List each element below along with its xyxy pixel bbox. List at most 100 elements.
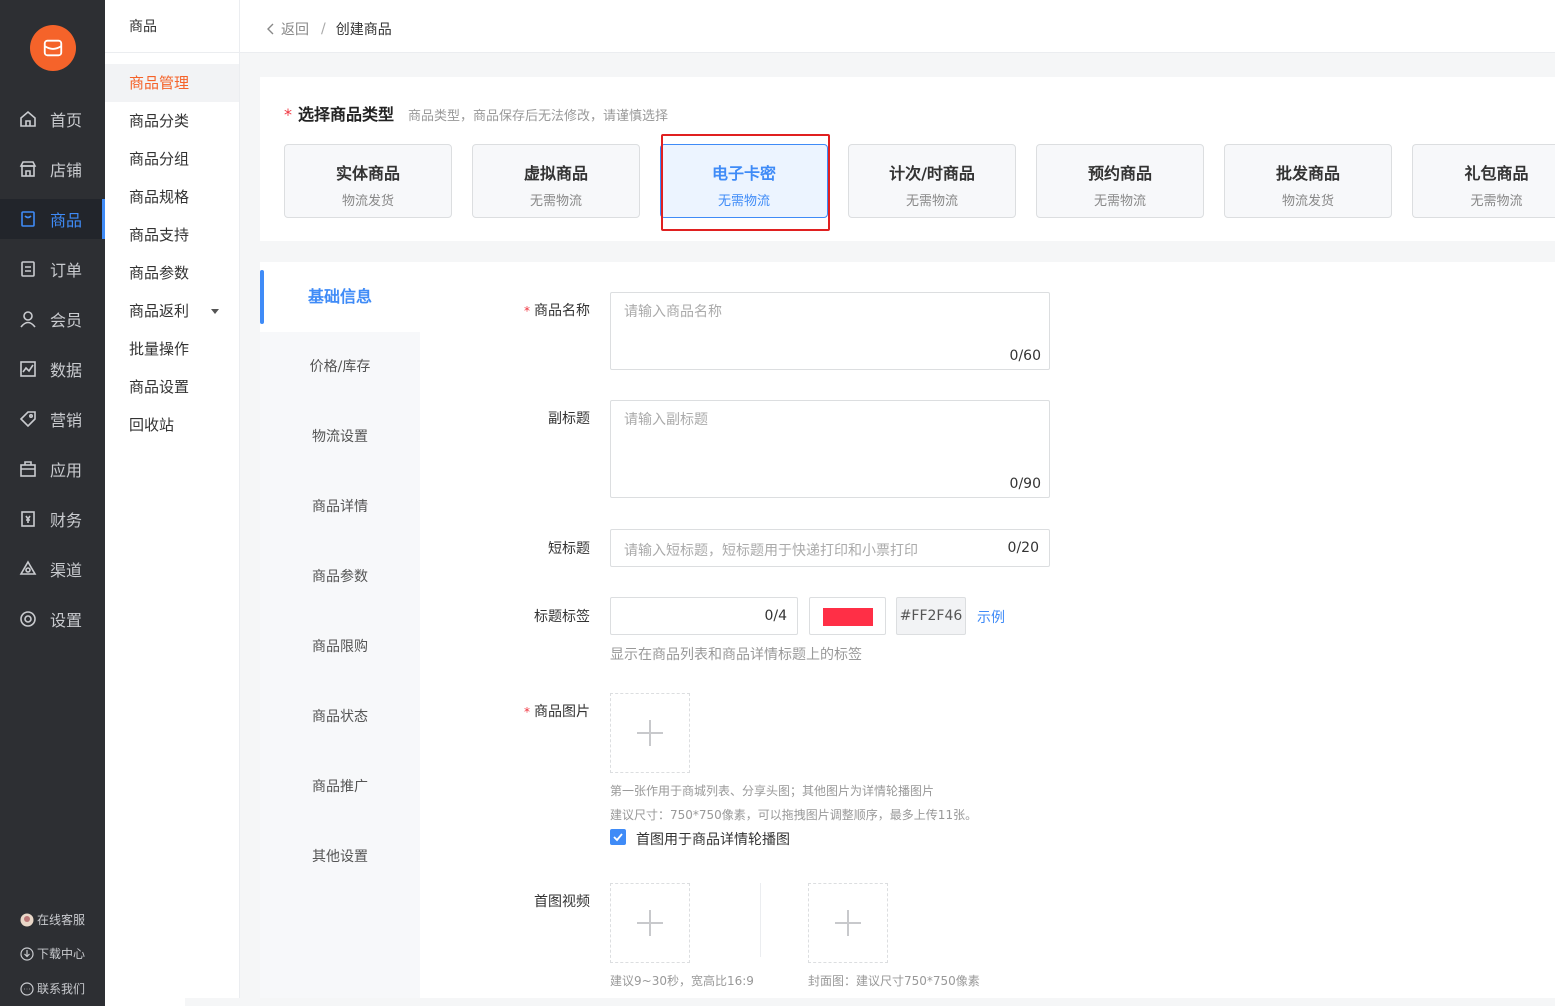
back-link[interactable]: 返回: [266, 19, 309, 39]
video-upload[interactable]: [610, 883, 690, 963]
subtitle-counter: 0/90: [1009, 476, 1041, 492]
nav-item-home[interactable]: 首页: [0, 99, 105, 139]
submenu-item-goods-spec[interactable]: 商品规格: [105, 178, 239, 216]
tab-other-settings[interactable]: 其他设置: [260, 822, 420, 892]
short-title-input[interactable]: 请输入短标题，短标题用于快递打印和小票打印 0/20: [610, 529, 1050, 567]
tag-color-picker[interactable]: [809, 597, 886, 635]
nav-label: 数据: [50, 361, 83, 380]
submenu-title: 商品: [105, 0, 239, 53]
store-logo-icon[interactable]: [30, 25, 76, 71]
nav-item-data[interactable]: 数据: [0, 349, 105, 389]
submenu-item-goods-category[interactable]: 商品分类: [105, 102, 239, 140]
video-hint: 建议9~30秒，宽高比16:9: [610, 974, 754, 988]
goods-form: 基础信息 价格/库存 物流设置 商品详情 商品参数 商品限购 商品状态 商品推广…: [260, 262, 1555, 1006]
goods-images-label: * 商品图片: [524, 704, 590, 720]
tab-logistics[interactable]: 物流设置: [260, 402, 420, 472]
type-option-physical[interactable]: 实体商品 物流发货: [284, 144, 452, 218]
nav-label: 渠道: [50, 561, 83, 580]
tab-basic-info[interactable]: 基础信息: [260, 262, 420, 332]
submenu-item-goods-support[interactable]: 商品支持: [105, 216, 239, 254]
images-hint-2: 建议尺寸：750*750像素，可以拖拽图片调整顺序，最多上传11张。: [610, 808, 978, 822]
tab-purchase-limit[interactable]: 商品限购: [260, 612, 420, 682]
gear-icon: [19, 610, 37, 628]
goods-type-tip: 商品类型，商品保存后无法修改，请谨慎选择: [408, 109, 669, 124]
goods-icon: [19, 210, 37, 228]
nav-label: 商品: [50, 211, 83, 230]
divider: [760, 883, 761, 957]
shop-icon: [19, 160, 37, 178]
chat-icon: [20, 981, 34, 996]
nav-item-order[interactable]: 订单: [0, 249, 105, 289]
images-hint-1: 第一张作用于商城列表、分享头图；其他图片为详情轮播图片: [610, 784, 935, 798]
submenu-item-batch-ops[interactable]: 批量操作: [105, 330, 239, 368]
tag-color-hex[interactable]: #FF2F46: [896, 597, 966, 635]
video-cover-hint: 封面图：建议尺寸750*750像素: [808, 974, 980, 988]
tab-goods-promotion[interactable]: 商品推广: [260, 752, 420, 822]
nav-label: 营销: [50, 411, 83, 430]
tab-goods-params[interactable]: 商品参数: [260, 542, 420, 612]
form-section-tabs: 基础信息 价格/库存 物流设置 商品详情 商品参数 商品限购 商品状态 商品推广…: [260, 262, 420, 1006]
subtitle-input[interactable]: 请输入副标题 0/90: [610, 400, 1050, 498]
nav-label: 订单: [50, 261, 83, 280]
nav-item-finance[interactable]: 财务: [0, 499, 105, 539]
nav-item-goods[interactable]: 商品: [0, 199, 105, 239]
goods-name-placeholder: 请输入商品名称: [624, 304, 722, 320]
submenu-item-goods-group[interactable]: 商品分组: [105, 140, 239, 178]
first-video-label: 首图视频: [534, 894, 590, 910]
goods-name-counter: 0/60: [1009, 348, 1041, 364]
chart-icon: [19, 360, 37, 378]
download-center-link[interactable]: 下载中心: [20, 945, 85, 962]
plus-icon: [649, 910, 651, 936]
title-tag-counter: 0/4: [764, 608, 787, 624]
nav-item-app[interactable]: 应用: [0, 449, 105, 489]
nav-item-member[interactable]: 会员: [0, 299, 105, 339]
submenu-item-goods-params[interactable]: 商品参数: [105, 254, 239, 292]
type-option-wholesale[interactable]: 批发商品 物流发货: [1224, 144, 1392, 218]
nav-label: 店铺: [50, 161, 83, 180]
submenu-item-goods-manage[interactable]: 商品管理: [105, 64, 239, 102]
app-icon: [19, 460, 37, 478]
type-option-virtual[interactable]: 虚拟商品 无需物流: [472, 144, 640, 218]
breadcrumb: 返回 / 创建商品: [266, 19, 392, 39]
submenu-item-goods-rebate[interactable]: 商品返利: [105, 292, 239, 330]
first-image-carousel-label: 首图用于商品详情轮播图: [636, 832, 790, 848]
video-cover-upload[interactable]: [808, 883, 888, 963]
checkmark-icon: [613, 833, 623, 842]
title-tag-input[interactable]: 0/4: [610, 597, 798, 635]
contact-us-link[interactable]: 联系我们: [20, 980, 85, 997]
subtitle-placeholder: 请输入副标题: [624, 412, 708, 428]
nav-item-channel[interactable]: 渠道: [0, 549, 105, 589]
online-service-link[interactable]: 在线客服: [20, 911, 85, 928]
order-icon: [19, 260, 37, 278]
nav-label: 财务: [50, 511, 83, 530]
type-option-count-time[interactable]: 计次/时商品 无需物流: [848, 144, 1016, 218]
tab-goods-status[interactable]: 商品状态: [260, 682, 420, 752]
tab-price-stock[interactable]: 价格/库存: [260, 332, 420, 402]
nav-item-shop[interactable]: 店铺: [0, 149, 105, 189]
submenu-item-recycle-bin[interactable]: 回收站: [105, 406, 239, 444]
nav-item-marketing[interactable]: 营销: [0, 399, 105, 439]
type-option-reservation[interactable]: 预约商品 无需物流: [1036, 144, 1204, 218]
short-title-counter: 0/20: [1007, 540, 1039, 556]
goods-name-input[interactable]: 请输入商品名称 0/60: [610, 292, 1050, 370]
submenu-item-goods-settings[interactable]: 商品设置: [105, 368, 239, 406]
tag-color-swatch: [823, 608, 873, 626]
tab-goods-detail[interactable]: 商品详情: [260, 472, 420, 542]
first-image-carousel-checkbox[interactable]: [610, 829, 626, 845]
title-tag-hint: 显示在商品列表和商品详情标题上的标签: [610, 647, 862, 663]
chevron-left-icon: [267, 23, 274, 35]
goods-image-upload[interactable]: [610, 693, 690, 773]
tag-example-link[interactable]: 示例: [977, 607, 1005, 627]
nav-item-settings[interactable]: 设置: [0, 599, 105, 639]
nav-label: 应用: [50, 461, 83, 480]
finance-icon: [19, 510, 37, 528]
download-icon: [20, 946, 34, 961]
goods-type-title: 选择商品类型: [298, 105, 395, 124]
goods-name-label: * 商品名称: [524, 303, 590, 319]
tag-icon: [19, 410, 37, 428]
required-mark: *: [284, 105, 292, 124]
type-option-gift-pack[interactable]: 礼包商品 无需物流: [1412, 144, 1555, 218]
nav-label: 会员: [50, 311, 83, 330]
breadcrumb-current: 创建商品: [335, 22, 392, 38]
nav-label: 首页: [50, 111, 83, 130]
